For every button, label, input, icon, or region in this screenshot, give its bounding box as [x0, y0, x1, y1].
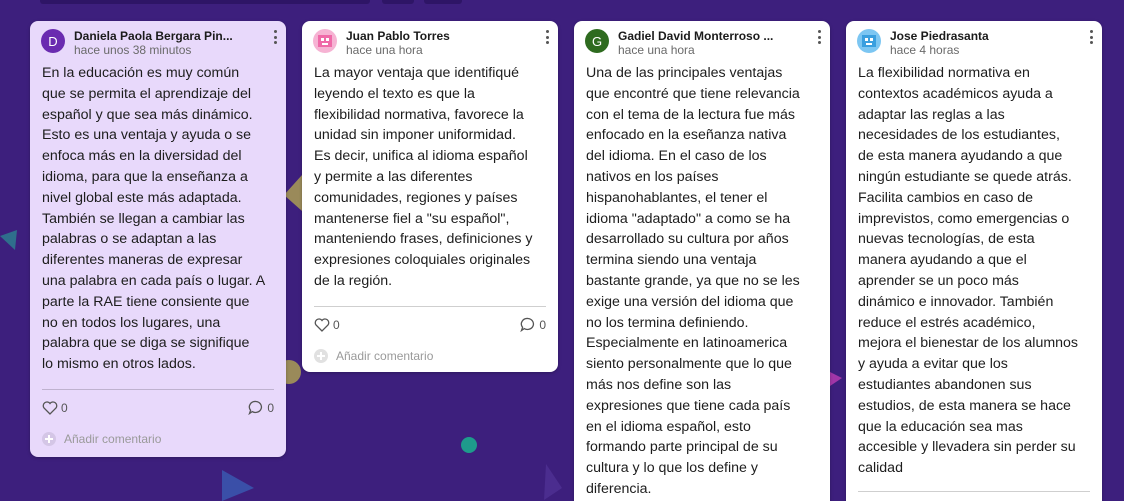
add-comment-placeholder: Añadir comentario [336, 348, 434, 363]
background-circle [461, 437, 477, 453]
post-card[interactable]: G Gadiel David Monterroso ... hace una h… [574, 21, 830, 501]
add-comment-field[interactable]: Añadir comentario [302, 339, 558, 367]
post-body: La mayor ventaja que identifiqué leyendo… [314, 65, 533, 289]
post-body: La flexibilidad normativa en contextos a… [858, 65, 1079, 477]
like-button[interactable]: 0 [314, 318, 340, 332]
avatar [857, 29, 881, 53]
like-count: 0 [61, 400, 68, 415]
plus-icon [42, 431, 56, 446]
avatar [313, 29, 337, 53]
post-header: Juan Pablo Torres hace una hora [302, 21, 558, 61]
post-card[interactable]: D Daniela Paola Bergara Pin... hace unos… [30, 21, 286, 457]
author-name: Juan Pablo Torres [346, 29, 450, 43]
add-comment-placeholder: Añadir comentario [64, 431, 162, 446]
like-button[interactable]: 0 [42, 401, 68, 415]
post-actions: 0 0 [30, 394, 286, 422]
post-time: hace 4 horas [890, 43, 960, 57]
post-body: En la educación es muy común que se perm… [42, 65, 266, 373]
author-name: Daniela Paola Bergara Pin... [74, 29, 233, 43]
post-time: hace una hora [346, 43, 423, 57]
divider [42, 388, 274, 390]
post-card[interactable]: Juan Pablo Torres hace una hora La mayor… [302, 21, 558, 372]
pixel-face-avatar-icon [862, 35, 876, 47]
heart-icon [42, 401, 58, 415]
post-header: G Gadiel David Monterroso ... hace una h… [574, 21, 830, 61]
post-card[interactable]: Jose Piedrasanta hace 4 horas La flexibi… [846, 21, 1102, 501]
comment-count: 0 [267, 400, 274, 415]
comment-bubble-icon [520, 318, 535, 333]
comment-count: 0 [539, 317, 546, 332]
post-time: hace unos 38 minutos [74, 43, 192, 57]
heart-icon [314, 318, 330, 332]
pixel-face-avatar-icon [318, 35, 332, 47]
more-vertical-icon[interactable] [544, 30, 550, 44]
background-triangle [544, 464, 562, 500]
toolbar-strip [382, 0, 414, 4]
divider [858, 490, 1090, 492]
comments-button[interactable]: 0 [248, 400, 274, 416]
post-actions: 0 0 [302, 311, 558, 339]
add-comment-field[interactable]: Añadir comentario [30, 422, 286, 450]
post-header: D Daniela Paola Bergara Pin... hace unos… [30, 21, 286, 61]
divider [314, 305, 546, 307]
plus-icon [314, 348, 328, 363]
more-vertical-icon[interactable] [816, 30, 822, 44]
more-vertical-icon[interactable] [272, 30, 278, 44]
comment-bubble-icon [248, 401, 263, 416]
toolbar-strip [40, 0, 370, 4]
avatar: D [41, 29, 65, 53]
author-name: Gadiel David Monterroso ... [618, 29, 774, 43]
post-body: Una de las principales ventajas que enco… [586, 65, 800, 497]
more-vertical-icon[interactable] [1088, 30, 1094, 44]
comments-button[interactable]: 0 [520, 317, 546, 333]
avatar: G [585, 29, 609, 53]
post-header: Jose Piedrasanta hace 4 horas [846, 21, 1102, 61]
like-count: 0 [333, 317, 340, 332]
toolbar-strip [424, 0, 462, 4]
author-name: Jose Piedrasanta [890, 29, 989, 43]
background-triangle [222, 470, 254, 501]
background-triangle [0, 230, 17, 250]
background-triangle [284, 175, 302, 211]
post-time: hace una hora [618, 43, 695, 57]
